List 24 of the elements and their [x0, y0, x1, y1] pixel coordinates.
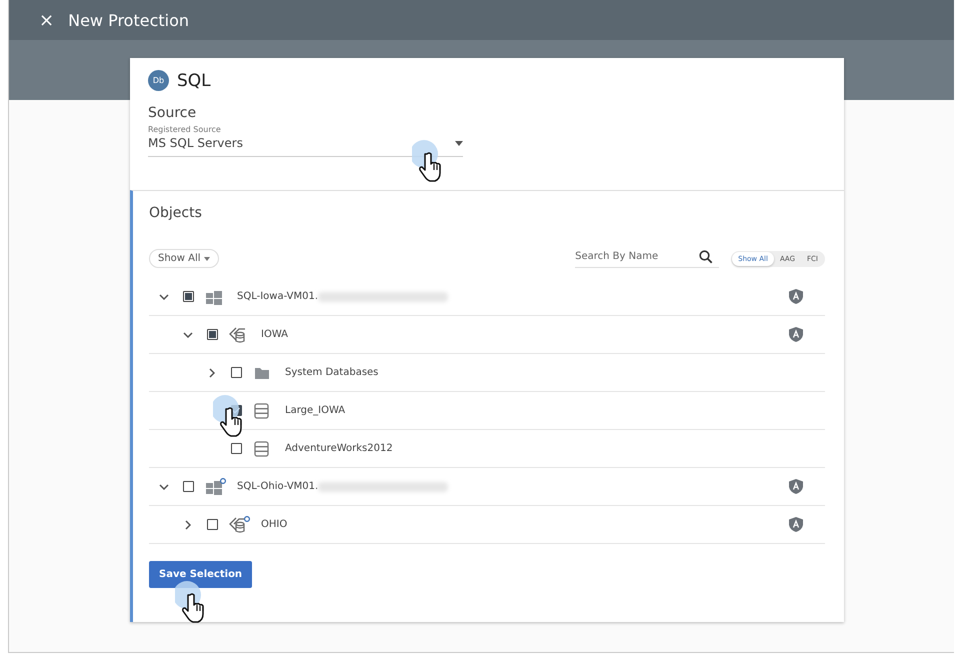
- tree-item-label[interactable]: Large_IOWA: [285, 405, 346, 416]
- close-button[interactable]: ×: [39, 10, 54, 30]
- section-heading: Source: [148, 105, 198, 121]
- tree-item-label[interactable]: OHIO: [261, 519, 288, 530]
- tree-item-label[interactable]: SQL-Iowa-VM01.: [237, 291, 318, 302]
- checkbox[interactable]: [230, 443, 242, 454]
- save-selection-button[interactable]: Save Selection: [149, 561, 252, 588]
- caret-icon: [204, 256, 210, 260]
- source-type-title: SQL: [177, 70, 211, 90]
- caret-icon: [455, 140, 463, 146]
- tree-item-label[interactable]: SQL-Ohio-VM01.: [237, 481, 318, 492]
- db-badge: Db: [148, 70, 169, 91]
- search-field[interactable]: Search By Name: [575, 250, 720, 268]
- tree-item-label[interactable]: System Databases: [285, 367, 378, 378]
- tree-item-label[interactable]: AdventureWorks2012: [285, 443, 393, 454]
- field-label: Registered Source: [148, 125, 222, 134]
- window-title: New Protection: [68, 10, 190, 30]
- filter-dropdown[interactable]: Show All: [149, 249, 219, 268]
- section-heading: Objects: [149, 205, 203, 221]
- checkbox[interactable]: [230, 367, 242, 378]
- tree-item-label[interactable]: IOWA: [261, 329, 288, 340]
- checkbox[interactable]: [182, 481, 194, 492]
- search-icon: [699, 250, 714, 264]
- checkbox[interactable]: [206, 519, 218, 530]
